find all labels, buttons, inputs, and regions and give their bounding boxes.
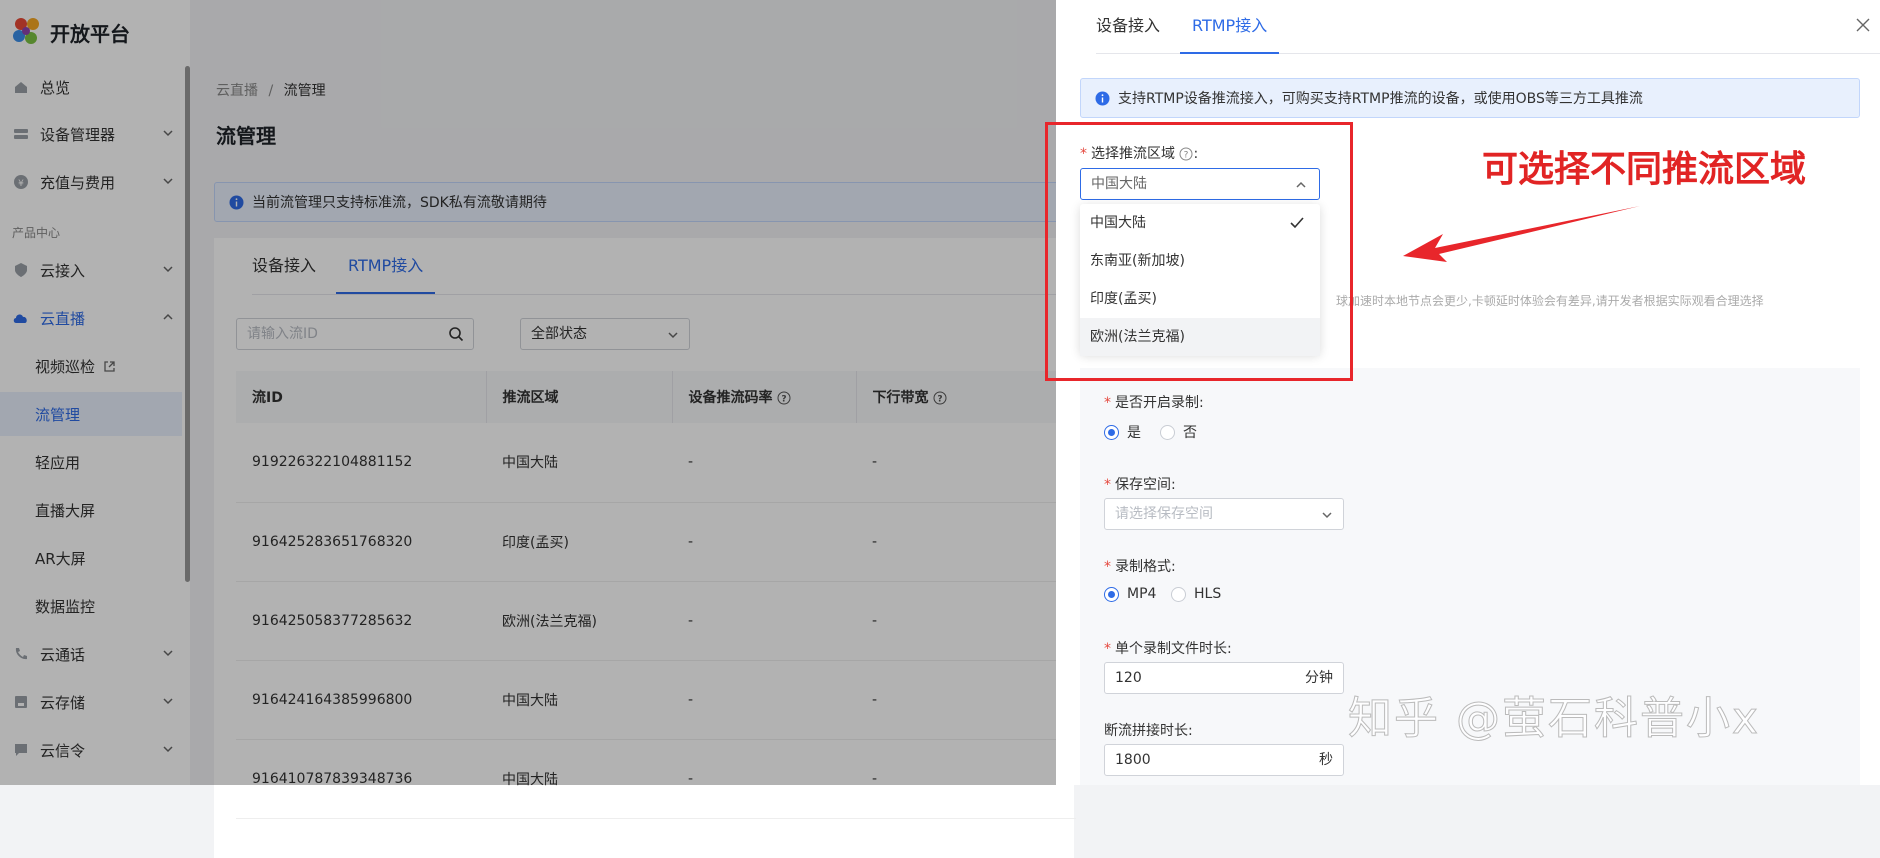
annotation-text: 可选择不同推流区域 [1482, 149, 1807, 190]
storage-label: * 保存空间: [1104, 474, 1176, 494]
format-label-text: 录制格式: [1115, 559, 1176, 575]
splice-value: 1800 [1115, 752, 1151, 768]
annotation-highlight-box [1045, 122, 1353, 381]
radio-dot [1104, 424, 1119, 440]
radio-dot [1171, 586, 1186, 602]
required-mark: * [1104, 559, 1111, 575]
storage-label-text: 保存空间: [1115, 477, 1176, 493]
storage-select[interactable]: 请选择保存空间 [1104, 498, 1344, 530]
required-mark: * [1104, 477, 1111, 493]
radio-label: 否 [1183, 425, 1197, 441]
tab-device-access[interactable]: 设备接入 [1096, 0, 1160, 54]
drawer-notice-text: 支持RTMP设备推流接入，可购买支持RTMP推流的设备，或使用OBS等三方工具推… [1118, 91, 1643, 107]
record-no-radio[interactable]: 否 [1160, 422, 1197, 442]
chevron-down-icon [1321, 509, 1333, 521]
splice-label: 断流拼接时长: [1104, 723, 1193, 739]
duration-label: * 单个录制文件时长: [1104, 638, 1232, 658]
format-label: * 录制格式: [1104, 556, 1176, 576]
drawer-tabs: 设备接入 RTMP接入 [1096, 0, 1880, 54]
tab-rtmp-access[interactable]: RTMP接入 [1179, 0, 1280, 54]
splice-input[interactable]: 1800 秒 [1104, 744, 1344, 776]
annotation-arrow-icon [1403, 206, 1640, 262]
drawer-info-notice: 支持RTMP设备推流接入，可购买支持RTMP推流的设备，或使用OBS等三方工具推… [1080, 78, 1860, 118]
storage-placeholder: 请选择保存空间 [1115, 506, 1213, 522]
info-icon [1095, 91, 1110, 106]
radio-label: HLS [1194, 586, 1222, 602]
watermark-text: 知乎 @萤石科普小x [1347, 693, 1761, 745]
duration-unit: 分钟 [1305, 670, 1333, 686]
region-hint-text: 球加速时本地节点会更少,卡顿延时体验会有差异,请开发者根据实际观看合理选择 [1336, 294, 1764, 308]
record-yes-radio[interactable]: 是 [1104, 422, 1141, 442]
record-label: * 是否开启录制: [1104, 392, 1204, 412]
duration-label-text: 单个录制文件时长: [1115, 641, 1232, 657]
radio-label: 是 [1127, 425, 1141, 441]
radio-dot [1160, 424, 1175, 440]
format-hls-radio[interactable]: HLS [1171, 586, 1221, 602]
splice-unit: 秒 [1319, 752, 1333, 768]
duration-value: 120 [1115, 670, 1142, 686]
rtmp-drawer: 设备接入 RTMP接入 支持RTMP设备推流接入，可购买支持RTMP推流的设备，… [1056, 0, 1880, 785]
required-mark: * [1104, 395, 1111, 411]
radio-label: MP4 [1127, 586, 1157, 602]
duration-input[interactable]: 120 分钟 [1104, 662, 1344, 694]
close-icon[interactable] [1854, 16, 1872, 34]
required-mark: * [1104, 641, 1111, 657]
radio-dot [1104, 586, 1119, 602]
format-mp4-radio[interactable]: MP4 [1104, 586, 1156, 602]
record-label-text: 是否开启录制: [1115, 395, 1204, 411]
modal-overlay[interactable] [0, 0, 1056, 785]
